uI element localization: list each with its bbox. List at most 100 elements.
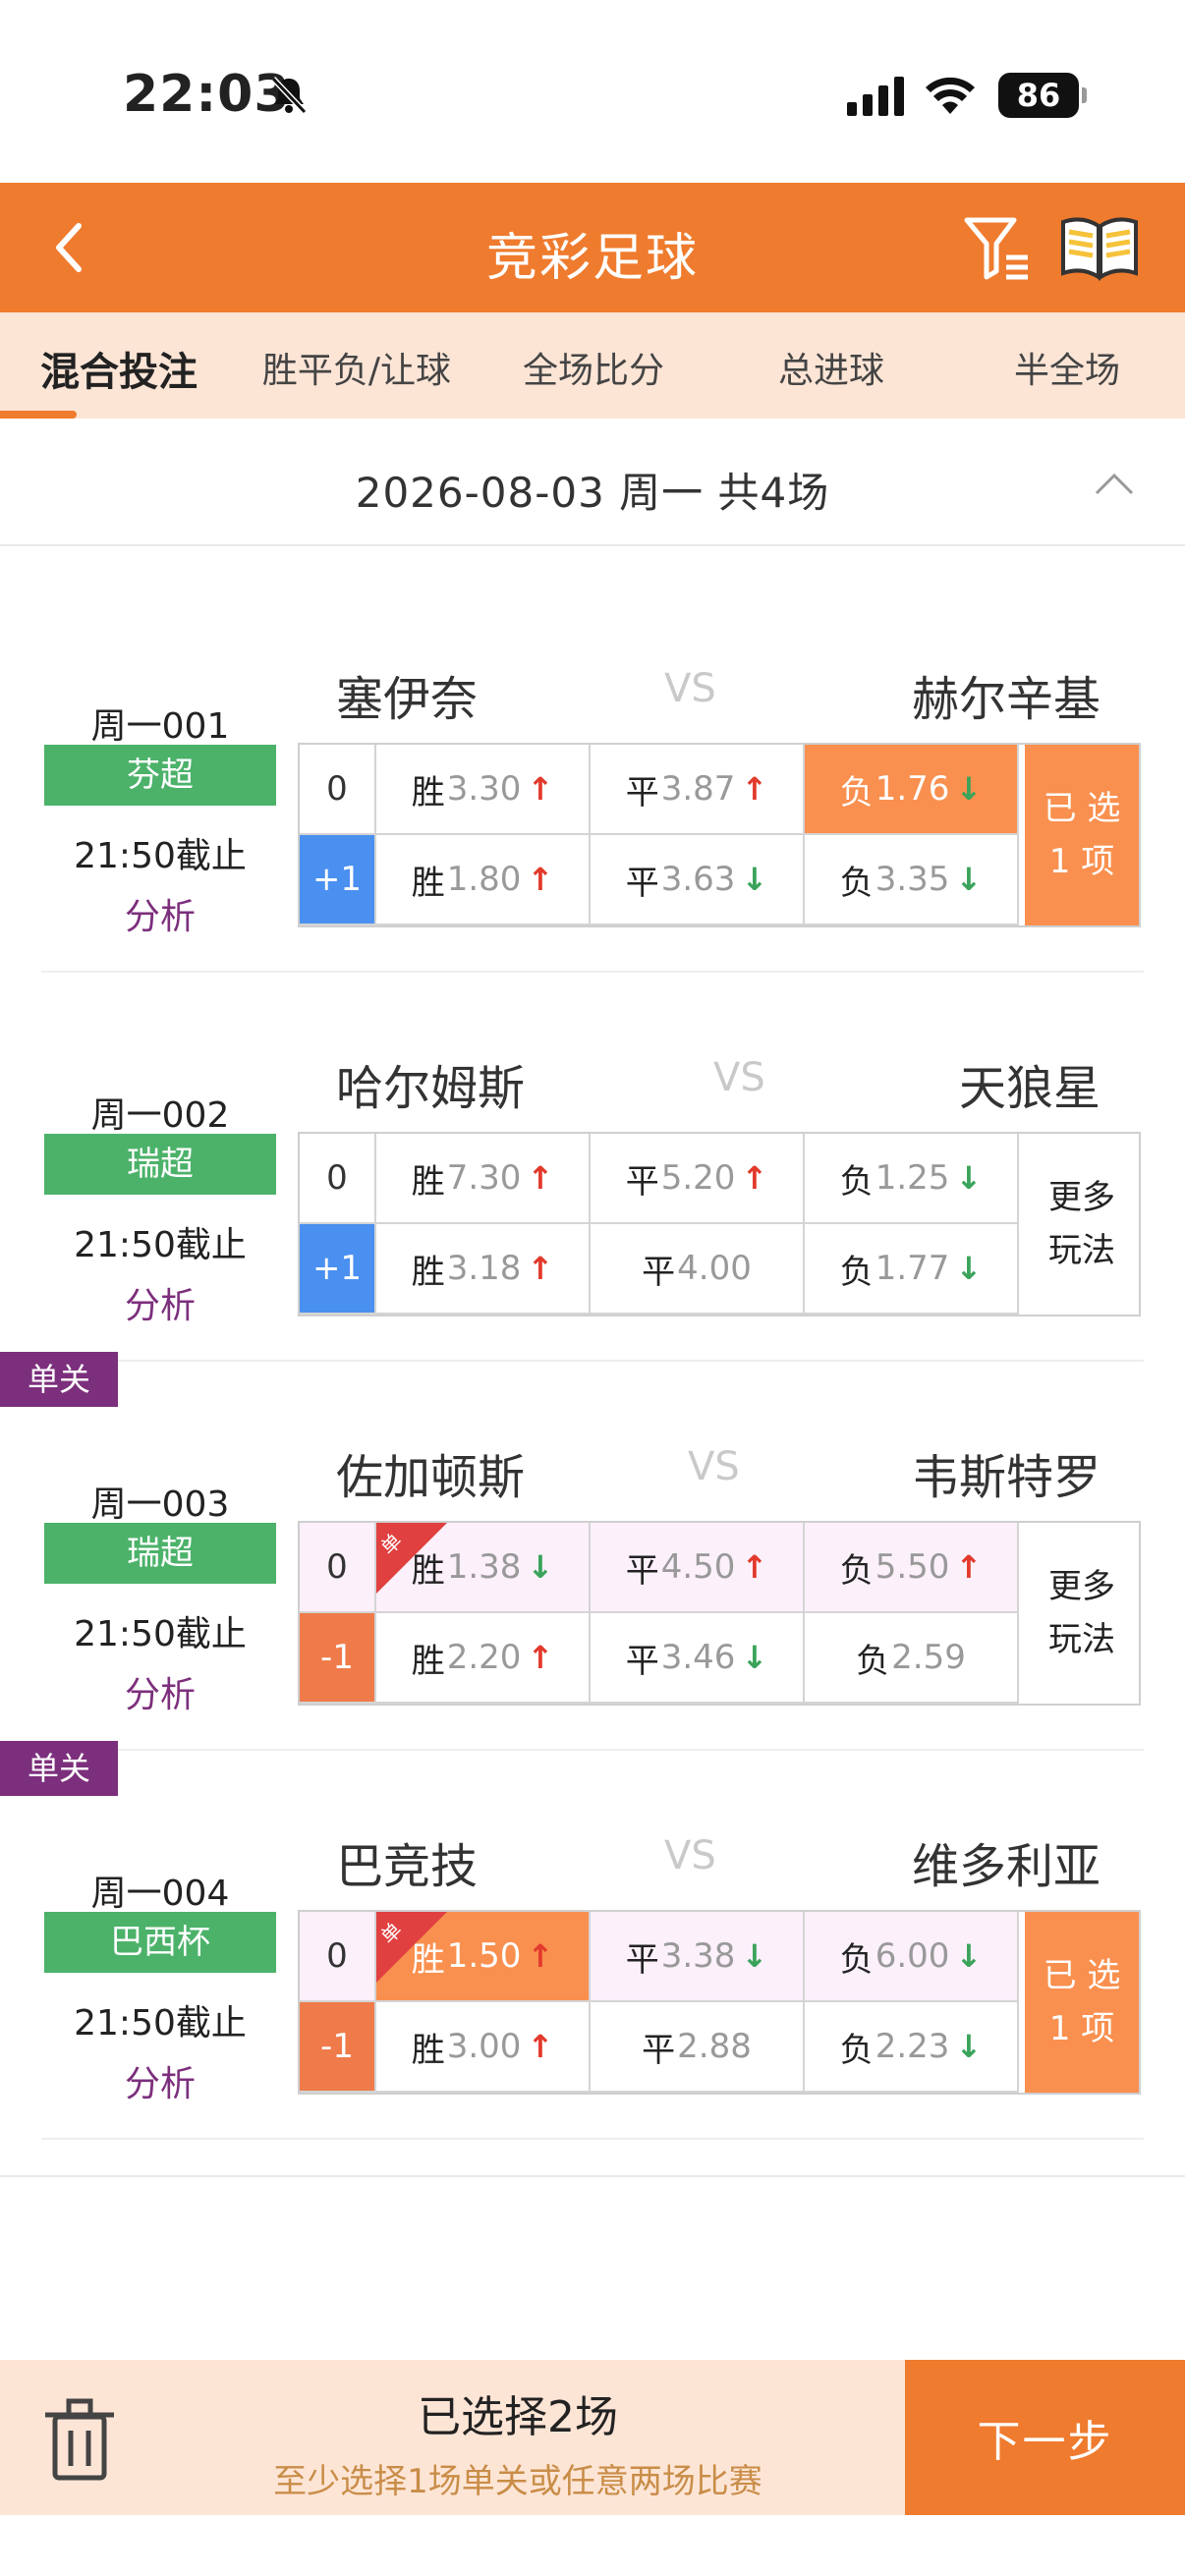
arrow-up-icon: ↑ [527,770,554,808]
deadline: 21:50截止 [74,1225,247,1265]
away-team: 韦斯特罗 [912,1450,1101,1505]
odds-win[interactable]: 胜 7.30 ↑ [376,1134,591,1224]
arrow-up-icon: ↑ [527,1250,554,1287]
single-bet-tag: 单关 [0,1741,118,1796]
arrow-up-icon: ↑ [527,2028,554,2065]
odds-handicap-draw[interactable]: 平 4.00 [591,1224,805,1315]
match-code: 周一002 [90,1095,230,1136]
odds-handicap-lose[interactable]: 负 2.59 [805,1613,1019,1704]
wifi-icon [926,77,975,114]
away-team: 维多利亚 [912,1839,1101,1894]
odds-lose-selected[interactable]: 负 1.76 ↓ [805,745,1019,835]
handicap-0: 0 [300,1912,376,2002]
odds-lose[interactable]: 负 6.00 ↓ [805,1912,1019,2002]
arrow-down-icon: ↓ [527,1548,554,1586]
odds-handicap-win[interactable]: 胜 2.20 ↑ [376,1613,591,1704]
analysis-link[interactable]: 分析 [44,2055,276,2106]
match-code: 周一001 [90,706,230,747]
away-team: 天狼星 [959,1061,1101,1116]
arrow-down-icon: ↓ [741,1937,768,1975]
clock: 22:03 [123,65,291,124]
league-badge: 瑞超 [44,1523,276,1584]
odds-win[interactable]: 单胜 1.38 ↓ [376,1523,591,1613]
more-plays-button[interactable]: 更多 玩法 [1025,1523,1139,1704]
handicap-0: 0 [300,1523,376,1613]
tab-mixed[interactable]: 混合投注 [35,340,202,397]
active-tab-indicator [0,411,77,419]
odds-handicap-win[interactable]: 胜 1.80 ↑ [376,835,591,925]
date-label: 2026-08-03 周一 共4场 [355,469,830,517]
arrow-down-icon: ↓ [741,1639,768,1676]
chevron-up-icon[interactable] [1093,472,1136,497]
odds-draw[interactable]: 平 3.87 ↑ [591,745,805,835]
vs-label: VS [664,666,716,711]
odds-lose[interactable]: 负 5.50 ↑ [805,1523,1019,1613]
vs-label: VS [664,1833,716,1878]
arrow-down-icon: ↓ [741,861,768,898]
odds-handicap-lose[interactable]: 负 2.23 ↓ [805,2002,1019,2093]
arrow-up-icon: ↑ [741,1159,768,1197]
arrow-down-icon: ↓ [955,1250,983,1287]
handicap-0: 0 [300,1134,376,1224]
handicap-1: +1 [300,1224,376,1315]
league-badge: 芬超 [44,745,276,806]
odds-handicap-draw[interactable]: 平 2.88 [591,2002,805,2093]
arrow-up-icon: ↑ [527,861,554,898]
next-step-button[interactable]: 下一步 [905,2360,1185,2515]
odds-grid: 0 单胜 1.38 ↓ 平 4.50 ↑ 负 5.50 ↑ -1 胜 2.20 ↑ 平 3.46 ↓… [298,1521,1141,1706]
odds-win-selected[interactable]: 单胜 1.50 ↑ [376,1912,591,2002]
vs-label: VS [713,1055,765,1100]
battery-indicator: 86 [998,73,1087,118]
arrow-up-icon: ↑ [741,1548,768,1586]
rules-book-icon[interactable] [1059,216,1140,281]
arrow-up-icon: ↑ [741,770,768,808]
arrow-down-icon: ↓ [955,861,983,898]
home-team: 巴竞技 [336,1839,479,1894]
odds-handicap-draw[interactable]: 平 3.46 ↓ [591,1613,805,1704]
top-nav-bar: 竞彩足球 [0,183,1185,312]
selected-count-button[interactable]: 已 选 1 项 [1025,1912,1139,2093]
odds-handicap-lose[interactable]: 负 3.35 ↓ [805,835,1019,925]
filter-icon[interactable] [963,214,1032,283]
analysis-link[interactable]: 分析 [44,888,276,939]
tab-half-full[interactable]: 半全场 [988,342,1146,393]
league-badge: 瑞超 [44,1134,276,1195]
odds-handicap-win[interactable]: 胜 3.18 ↑ [376,1224,591,1315]
deadline: 21:50截止 [74,2003,247,2044]
tab-total-goals[interactable]: 总进球 [753,342,910,393]
match-card: 周一001 芬超 21:50截止 分析 塞伊奈 VS 赫尔辛基 0 胜 3.30 ↑… [0,584,1185,973]
league-badge: 巴西杯 [44,1912,276,1973]
single-bet-tag: 单关 [0,1352,118,1407]
bet-slip-bar: 已选择2场 至少选择1场单关或任意两场比赛 下一步 [0,2360,1185,2515]
arrow-down-icon: ↓ [955,2028,983,2065]
arrow-up-icon: ↑ [527,1639,554,1676]
selected-count-button[interactable]: 已 选 1 项 [1025,745,1139,925]
odds-handicap-draw[interactable]: 平 3.63 ↓ [591,835,805,925]
match-card: 周一002 瑞超 21:50截止 分析 哈尔姆斯 VS 天狼星 0 胜 7.30 ↑… [0,973,1185,1362]
arrow-down-icon: ↓ [955,1159,983,1197]
match-code: 周一004 [90,1874,230,1914]
odds-draw[interactable]: 平 3.38 ↓ [591,1912,805,2002]
arrow-up-icon: ↑ [527,1159,554,1197]
more-plays-button[interactable]: 更多 玩法 [1025,1134,1139,1315]
home-team: 哈尔姆斯 [336,1061,526,1116]
away-team: 赫尔辛基 [912,672,1101,727]
tab-win-draw-lose[interactable]: 胜平负/让球 [254,342,460,393]
list-end-divider [0,2175,1185,2177]
odds-handicap-win[interactable]: 胜 3.00 ↑ [376,2002,591,2093]
date-group-header[interactable]: 2026-08-03 周一 共4场 [0,419,1185,546]
odds-win[interactable]: 胜 3.30 ↑ [376,745,591,835]
home-team: 塞伊奈 [336,672,479,727]
odds-lose[interactable]: 负 1.25 ↓ [805,1134,1019,1224]
analysis-link[interactable]: 分析 [44,1666,276,1717]
odds-grid: 0 胜 3.30 ↑ 平 3.87 ↑ 负 1.76 ↓ +1 胜 1.80 ↑ 平 3.63 ↓ … [298,743,1141,927]
bell-muted-icon [270,76,308,115]
arrow-down-icon: ↓ [955,770,983,808]
deadline: 21:50截止 [74,1614,247,1654]
tab-correct-score[interactable]: 全场比分 [515,342,672,393]
play-type-tabs: 混合投注 胜平负/让球 全场比分 总进球 半全场 [0,312,1185,419]
analysis-link[interactable]: 分析 [44,1277,276,1328]
odds-draw[interactable]: 平 5.20 ↑ [591,1134,805,1224]
odds-handicap-lose[interactable]: 负 1.77 ↓ [805,1224,1019,1315]
odds-draw[interactable]: 平 4.50 ↑ [591,1523,805,1613]
